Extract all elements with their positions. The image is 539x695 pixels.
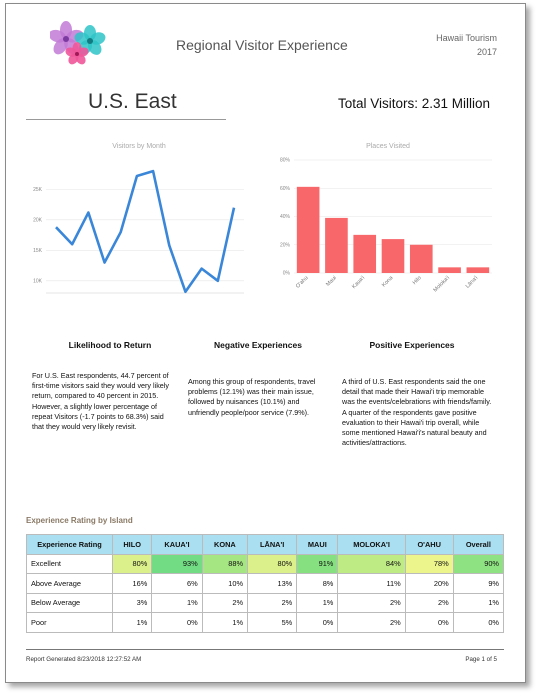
rating-header-row: Experience Rating HILO KAUA'I KONA LĀNA'I MAU… xyxy=(26,534,505,555)
rating-cell: 6% xyxy=(151,573,203,594)
footer-rule xyxy=(26,649,504,650)
bar-category-label: Kaua'i xyxy=(351,275,366,290)
rating-cell: 8% xyxy=(296,573,339,594)
rating-row-label: Above Average xyxy=(26,573,113,594)
rating-cell: 1% xyxy=(111,612,153,633)
places-visited-chart: Places Visited 0% 20% 40% 60% 80% O'ahu Maui Kau… xyxy=(280,143,492,294)
rating-row-label: Below Average xyxy=(26,592,113,613)
rating-cell: 91% xyxy=(296,553,339,574)
rating-cell: 9% xyxy=(452,573,505,594)
line-y-tick-label: 15K xyxy=(33,248,43,254)
report-generated: Report Generated 8/23/2018 12:27:52 AM xyxy=(26,656,142,663)
rating-cell: 2% xyxy=(247,592,298,613)
table-row: Excellent 80% 93% 88% 80% 91% 84% 78% 90% xyxy=(26,553,505,574)
line-chart-title: Visitors by Month xyxy=(112,143,166,150)
rating-cell: 88% xyxy=(201,553,249,574)
rating-header-7: O'AHU xyxy=(404,534,454,555)
bar-y-tick-label: 20% xyxy=(280,242,291,248)
rating-header-0: Experience Rating xyxy=(26,534,113,555)
report-page: Regional Visitor Experience Hawaii Touri… xyxy=(5,3,526,683)
rating-row-label: Excellent xyxy=(26,553,113,574)
line-y-tick-label: 10K xyxy=(33,278,43,284)
bar-4 xyxy=(409,244,433,273)
rating-cell: 0% xyxy=(296,612,339,633)
rating-header-5: MAUI xyxy=(296,534,339,555)
rating-cell: 13% xyxy=(247,573,298,594)
bar-category-label: Moloka'i xyxy=(433,275,451,293)
bar-category-label: Maui xyxy=(325,275,338,288)
rating-table-title: Experience Rating by Island xyxy=(26,516,133,525)
bar-y-tick-label: 60% xyxy=(280,186,291,192)
visitors-by-month-chart: Visitors by Month 10K 15K 20K 25K xyxy=(33,143,244,294)
rating-cell: 2% xyxy=(201,592,249,613)
bar-category-label: Lāna'i xyxy=(465,275,480,290)
bar-y-tick-label: 40% xyxy=(280,214,291,220)
bar-0 xyxy=(296,186,320,273)
organization-name: Hawaii Tourism xyxy=(436,33,497,43)
bar-y-tick-label: 0% xyxy=(283,271,291,277)
rating-cell: 93% xyxy=(151,553,203,574)
line-y-tick-label: 20K xyxy=(33,217,43,223)
rating-cell: 10% xyxy=(201,573,249,594)
rating-cell: 1% xyxy=(201,612,249,633)
rating-header-1: HILO xyxy=(111,534,153,555)
table-row: Poor 1% 0% 1% 5% 0% 2% 0% 0% xyxy=(26,612,505,633)
bar-3 xyxy=(381,239,405,273)
rating-cell: 1% xyxy=(151,592,203,613)
likelihood-text: For U.S. East respondents, 44.7 percent … xyxy=(32,371,169,432)
rating-cell: 1% xyxy=(296,592,339,613)
rating-cell: 2% xyxy=(337,592,406,613)
table-row: Below Average 3% 1% 2% 2% 1% 2% 2% 1% xyxy=(26,592,505,613)
region-underline xyxy=(26,119,226,120)
bar-category-label: Kona xyxy=(381,275,395,289)
positive-text: A third of U.S. East respondents said th… xyxy=(342,377,492,448)
bar-y-tick-label: 80% xyxy=(280,158,291,164)
bar-chart-title: Places Visited xyxy=(366,143,410,150)
positive-heading: Positive Experiences xyxy=(369,340,455,350)
rating-cell: 5% xyxy=(247,612,298,633)
experience-rating-table: Experience Rating HILO KAUA'I KONA LĀNA'I MAU… xyxy=(26,534,505,633)
rating-cell: 16% xyxy=(111,573,153,594)
rating-cell: 90% xyxy=(452,553,505,574)
negative-text: Among this group of respondents, travel … xyxy=(188,377,316,417)
bar-6 xyxy=(466,267,490,273)
total-visitors: Total Visitors: 2.31 Million xyxy=(338,96,491,111)
bar-category-label: Hilo xyxy=(412,275,423,286)
likelihood-heading: Likelihood to Return xyxy=(68,340,152,350)
rating-cell: 1% xyxy=(452,592,505,613)
line-y-tick-label: 25K xyxy=(33,187,43,193)
rating-cell: 0% xyxy=(404,612,454,633)
rating-header-3: KONA xyxy=(201,534,249,555)
rating-cell: 78% xyxy=(404,553,454,574)
rating-cell: 2% xyxy=(337,612,406,633)
organization-block: Hawaii Tourism 2017 xyxy=(436,31,497,59)
rating-cell: 3% xyxy=(111,592,153,613)
page-number: Page 1 of 5 xyxy=(465,656,497,663)
rating-cell: 84% xyxy=(337,553,406,574)
rating-cell: 2% xyxy=(404,592,454,613)
rating-cell: 20% xyxy=(404,573,454,594)
bar-category-label: O'ahu xyxy=(295,275,310,290)
hibiscus-logo-icon xyxy=(50,21,106,65)
rating-cell: 80% xyxy=(247,553,298,574)
region-name: U.S. East xyxy=(88,90,177,113)
report-year: 2017 xyxy=(476,47,497,57)
bar-5 xyxy=(438,267,461,273)
bar-1 xyxy=(325,217,348,273)
rating-cell: 80% xyxy=(111,553,153,574)
rating-row-label: Poor xyxy=(26,612,113,633)
rating-header-8: Overall xyxy=(452,534,505,555)
rating-cell: 0% xyxy=(151,612,203,633)
rating-header-2: KAUA'I xyxy=(151,534,203,555)
rating-cell: 11% xyxy=(337,573,406,594)
rating-header-4: LĀNA'I xyxy=(247,534,298,555)
report-title: Regional Visitor Experience xyxy=(176,37,348,53)
rating-cell: 0% xyxy=(452,612,505,633)
rating-header-6: MOLOKA'I xyxy=(337,534,406,555)
table-row: Above Average 16% 6% 10% 13% 8% 11% 20% 9% xyxy=(26,573,505,594)
negative-heading: Negative Experiences xyxy=(214,340,302,350)
bar-2 xyxy=(353,234,377,273)
